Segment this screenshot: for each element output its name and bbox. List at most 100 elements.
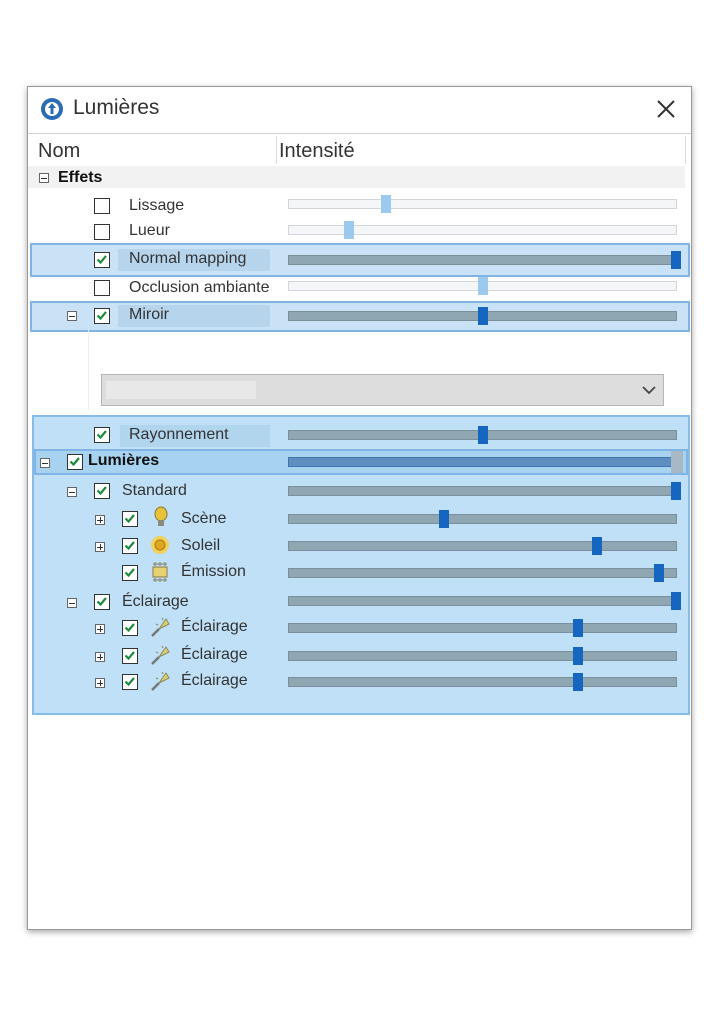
row-label: Standard [122,482,187,499]
checkbox[interactable] [122,648,138,664]
spotlight-icon [151,645,170,665]
row-eclairage-2[interactable]: Éclairage [28,644,691,670]
column-header: Nom Intensité [28,134,691,166]
column-intensity[interactable]: Intensité [279,140,355,163]
collapse-icon[interactable] [67,598,77,608]
app-icon [41,98,63,120]
slider-thumb[interactable] [671,482,681,500]
row-label: Normal mapping [129,250,247,267]
checkbox[interactable] [94,308,110,324]
row-normal-mapping[interactable]: Normal mapping [28,247,691,273]
row-standard[interactable]: Standard [28,478,691,504]
expand-icon[interactable] [95,542,105,552]
sun-icon [151,536,169,554]
intensity-slider[interactable] [288,537,677,555]
slider-thumb[interactable] [671,451,683,473]
close-icon[interactable] [653,96,679,122]
intensity-slider[interactable] [288,251,681,269]
tree-guide [88,330,89,410]
checkbox[interactable] [122,674,138,690]
row-rayonnement[interactable]: Rayonnement [28,423,691,449]
slider-thumb[interactable] [671,592,681,610]
row-lumieres[interactable]: Lumières [28,450,691,476]
checkbox[interactable] [94,198,110,214]
collapse-icon[interactable] [67,487,77,497]
window-title: Lumières [73,96,160,119]
expand-icon[interactable] [95,652,105,662]
checkbox[interactable] [94,427,110,443]
row-label: Éclairage [181,646,248,663]
intensity-slider[interactable] [288,195,677,213]
slider-thumb[interactable] [591,537,602,555]
intensity-slider[interactable] [288,510,677,528]
dropdown-select[interactable] [101,374,664,406]
row-miroir[interactable]: Miroir [28,303,691,329]
row-label: Éclairage [122,593,189,610]
slider-thumb[interactable] [343,221,354,239]
column-name[interactable]: Nom [38,140,80,163]
checkbox[interactable] [94,224,110,240]
intensity-slider[interactable] [288,647,677,665]
row-label: Lueur [129,222,170,239]
intensity-slider[interactable] [288,277,677,295]
slider-thumb[interactable] [653,564,664,582]
lights-dialog: Lumières Nom Intensité Effets Lissage Lu… [27,86,692,930]
intensity-slider[interactable] [288,451,683,473]
expand-icon[interactable] [95,624,105,634]
collapse-icon[interactable] [40,458,50,468]
row-scene[interactable]: Scène [28,506,691,532]
row-label: Éclairage [181,672,248,689]
row-eclairage-group[interactable]: Éclairage [28,589,691,615]
slider-thumb[interactable] [573,673,584,691]
row-eclairage-1[interactable]: Éclairage [28,616,691,642]
checkbox[interactable] [122,511,138,527]
checkbox[interactable] [94,280,110,296]
checkbox[interactable] [94,483,110,499]
expand-icon[interactable] [95,678,105,688]
expand-icon[interactable] [95,515,105,525]
checkbox[interactable] [122,538,138,554]
intensity-slider[interactable] [288,673,677,691]
slider-thumb[interactable] [438,510,449,528]
title-bar: Lumières [28,87,691,134]
row-lissage[interactable]: Lissage [28,194,691,220]
intensity-slider[interactable] [288,592,681,610]
collapse-icon[interactable] [39,173,49,183]
slider-thumb[interactable] [380,195,391,213]
row-label: Soleil [181,537,221,554]
row-label: Éclairage [181,618,248,635]
intensity-slider[interactable] [288,426,677,444]
column-divider-end [685,136,686,164]
intensity-slider[interactable] [288,564,677,582]
collapse-icon[interactable] [67,311,77,321]
bulb-icon [154,506,168,526]
row-label: Miroir [129,306,169,323]
row-lueur[interactable]: Lueur [28,220,691,246]
row-label: Scène [181,510,227,527]
slider-thumb[interactable] [573,619,584,637]
slider-thumb[interactable] [671,251,681,269]
chevron-down-icon[interactable] [641,383,657,397]
spotlight-icon [151,671,170,691]
slider-thumb[interactable] [477,307,488,325]
intensity-slider[interactable] [288,221,677,239]
row-emission[interactable]: Émission [28,560,691,586]
row-soleil[interactable]: Soleil [28,533,691,559]
intensity-slider[interactable] [288,307,677,325]
slider-thumb[interactable] [477,277,488,295]
slider-thumb[interactable] [477,426,488,444]
spotlight-icon [151,617,170,637]
checkbox[interactable] [94,252,110,268]
column-divider[interactable] [276,136,277,164]
intensity-slider[interactable] [288,619,677,637]
row-occlusion-ambiante[interactable]: Occlusion ambiante [28,276,691,302]
group-row-effets[interactable]: Effets [28,167,691,193]
intensity-slider[interactable] [288,482,681,500]
checkbox[interactable] [122,620,138,636]
row-label: Rayonnement [129,426,229,443]
checkbox[interactable] [94,594,110,610]
row-eclairage-3[interactable]: Éclairage [28,670,691,696]
checkbox[interactable] [67,454,83,470]
checkbox[interactable] [122,565,138,581]
slider-thumb[interactable] [573,647,584,665]
